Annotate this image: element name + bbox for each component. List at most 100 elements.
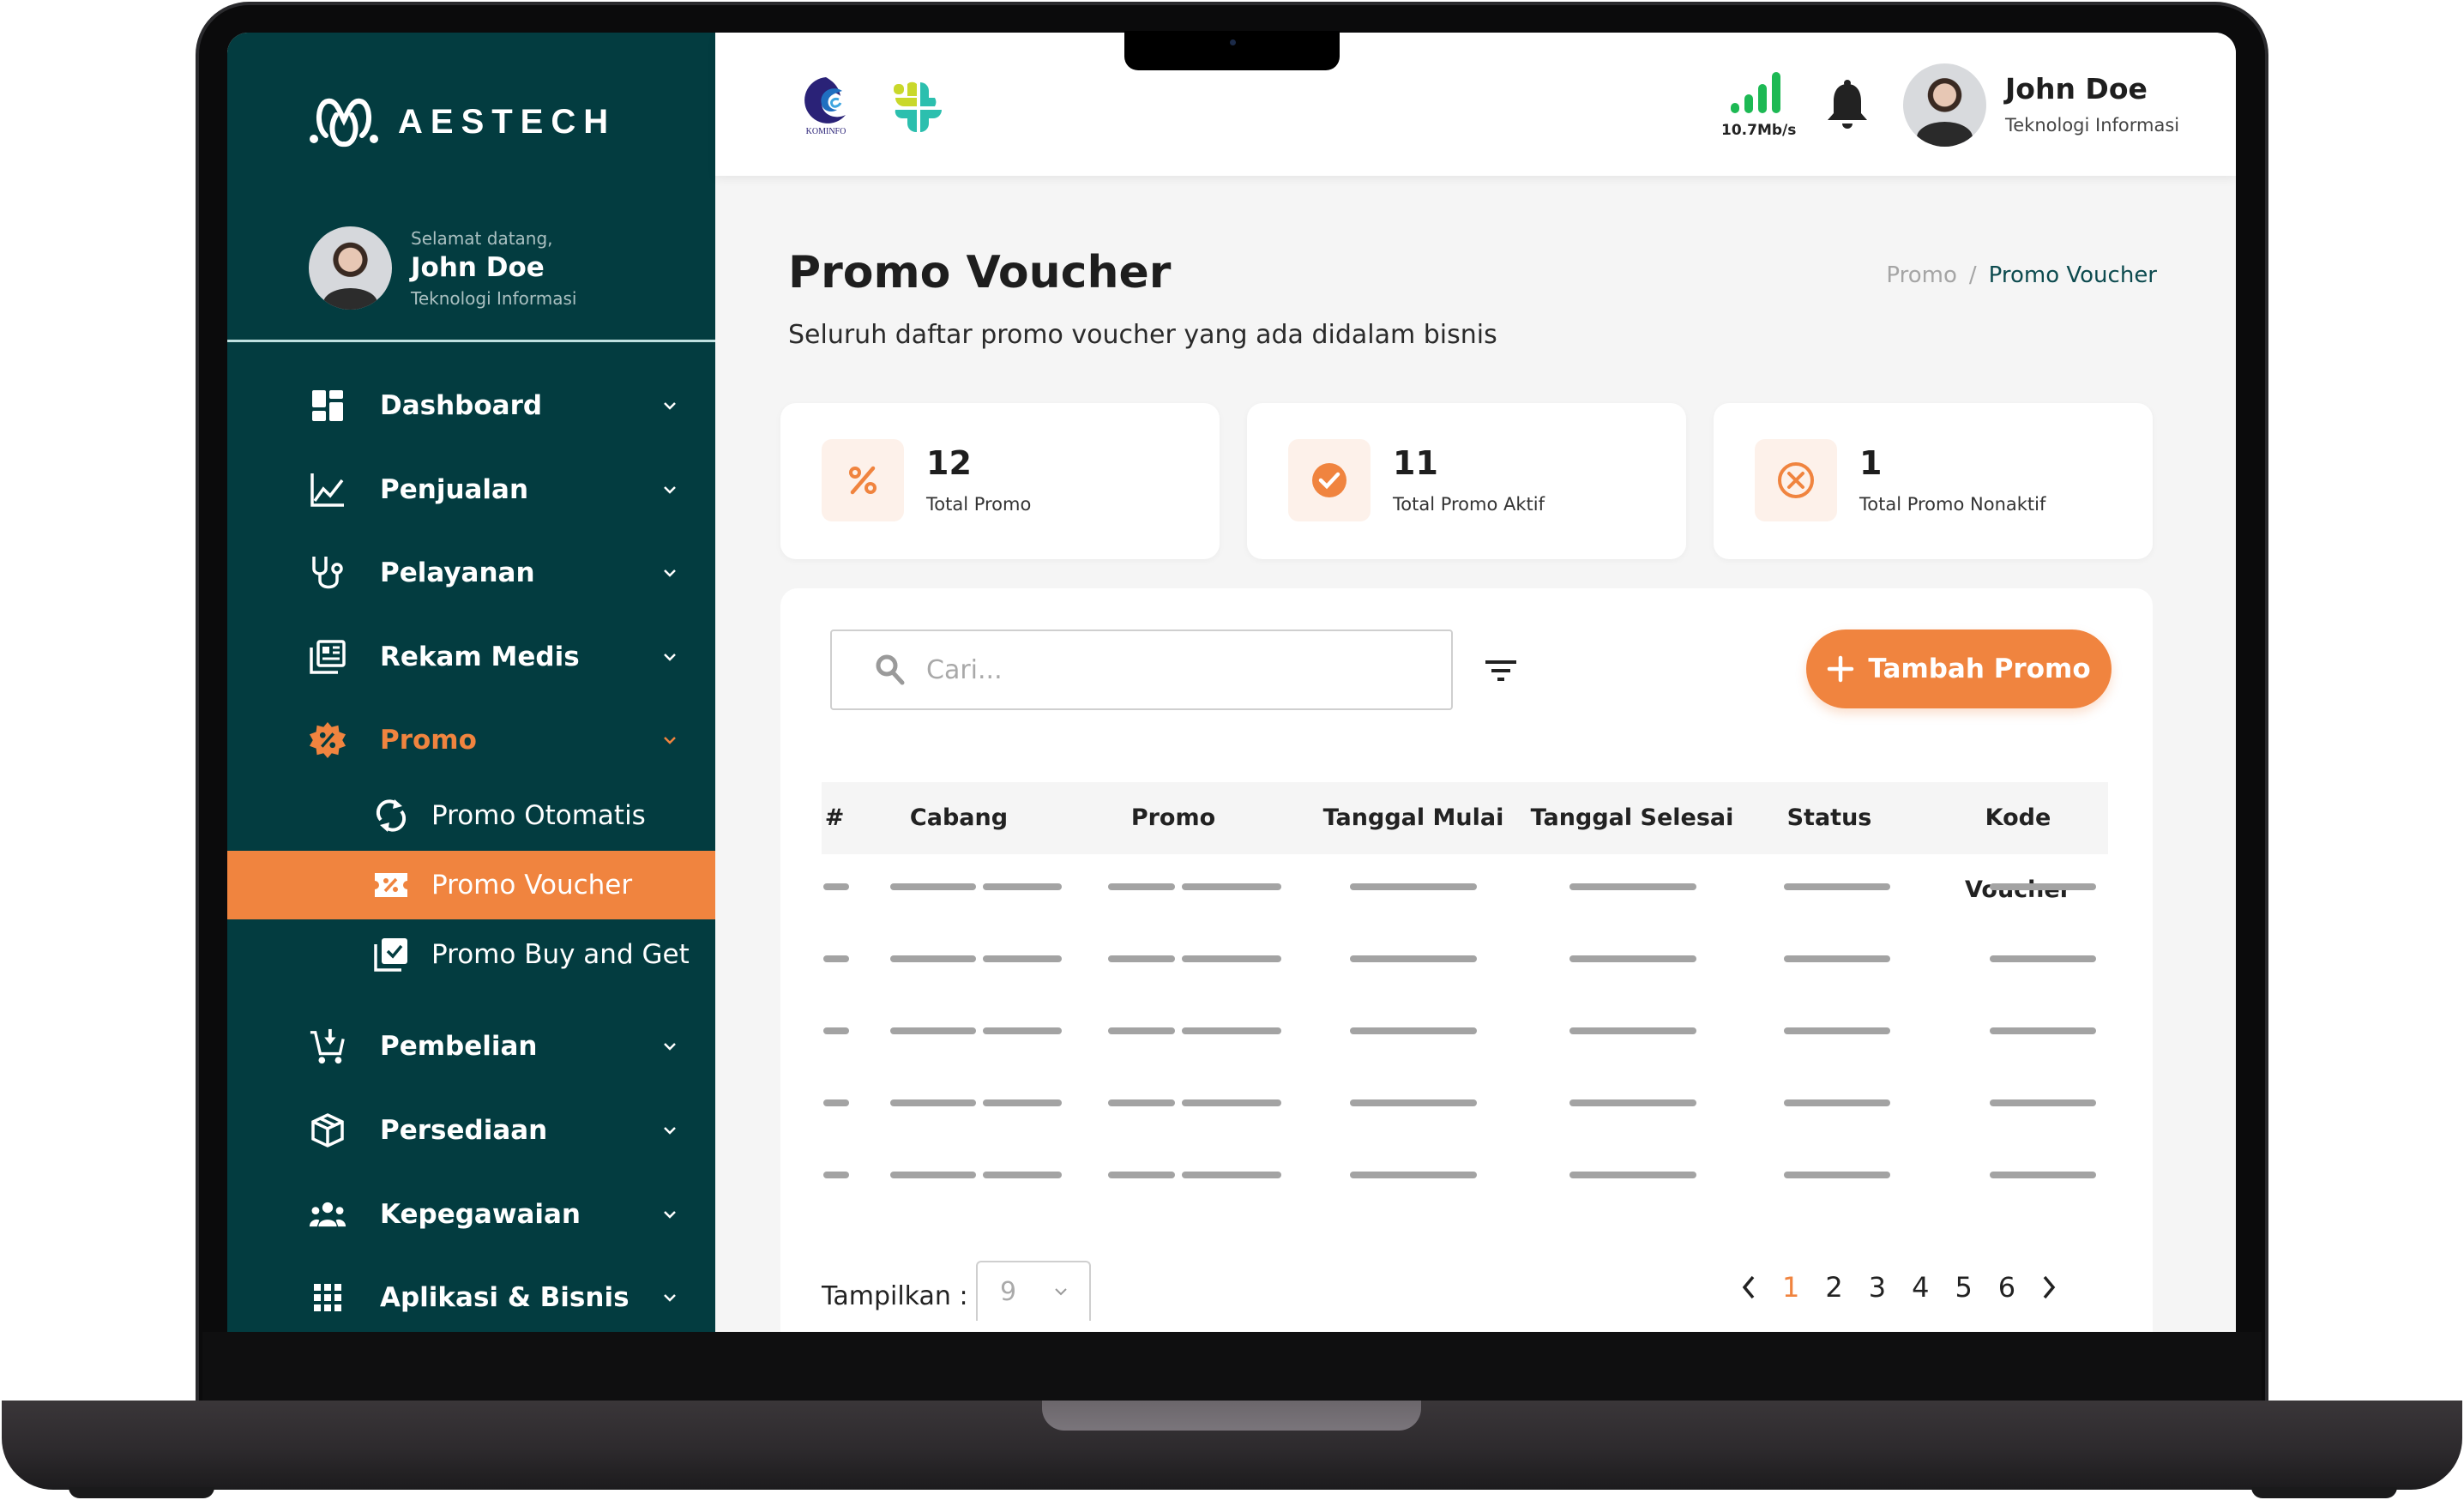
filter-icon[interactable] (1484, 655, 1518, 686)
notification-bell-icon[interactable] (1825, 79, 1870, 134)
sidebar-item-persediaan[interactable]: Persediaan (227, 1100, 715, 1160)
stat-label: Total Promo Aktif (1393, 494, 1545, 515)
laptop-chin (202, 1332, 2262, 1404)
page-subtitle: Seluruh daftar promo voucher yang ada di… (788, 320, 1497, 350)
breadcrumb-item-promo[interactable]: Promo (1886, 262, 1956, 288)
x-circle-icon (1778, 462, 1814, 498)
page-button[interactable]: 3 (1869, 1271, 1886, 1304)
sync-icon (371, 796, 411, 835)
skeleton-bar (1182, 1099, 1281, 1106)
page-size-value: 9 (1000, 1276, 1017, 1307)
skeleton-bar (1182, 1172, 1281, 1178)
stat-icon-box (822, 439, 904, 521)
sidebar-subitem-promo-voucher[interactable]: Promo Voucher (227, 851, 715, 919)
next-page-button[interactable] (2041, 1274, 2057, 1300)
sidebar-divider (227, 340, 715, 342)
chevron-down-icon (660, 480, 679, 499)
column-header-promo[interactable]: Promo (1079, 782, 1268, 854)
skeleton-bar (890, 883, 976, 890)
sidebar-item-label: Promo (380, 725, 477, 756)
skeleton-bar (1784, 1027, 1890, 1034)
skeleton-bar (1784, 883, 1890, 890)
sidebar-subitem-promo-buy-and-get[interactable]: Promo Buy and Get (227, 920, 715, 989)
pagination: 1 2 3 4 5 6 (1741, 1271, 2057, 1304)
column-header-index[interactable]: # (822, 782, 847, 854)
skeleton-bar (890, 1172, 976, 1178)
sidebar-item-promo[interactable]: Promo (227, 710, 715, 770)
chevron-down-icon (660, 1205, 679, 1224)
sidebar-item-dashboard[interactable]: Dashboard (227, 376, 715, 436)
health-clover-logo (892, 81, 945, 137)
skeleton-bar (1784, 1172, 1890, 1178)
column-header-kode-voucher[interactable]: Kode Voucher (1928, 782, 2108, 903)
app-screen: AESTECH Selamat datang, John Doe Teknolo… (227, 33, 2236, 1332)
breadcrumb-separator: / (1968, 262, 1977, 288)
skeleton-bar (1569, 955, 1696, 962)
page-size-label: Tampilkan : (822, 1281, 968, 1311)
column-header-tanggal-mulai[interactable]: Tanggal Mulai (1310, 782, 1516, 854)
stat-icon-box (1755, 439, 1837, 521)
table-header: # Cabang Promo Tanggal Mulai Tanggal Sel… (822, 782, 2108, 903)
page-button[interactable]: 5 (1955, 1271, 1972, 1304)
table-row-loading (822, 1099, 2108, 1117)
chevron-right-icon (2043, 1275, 2056, 1299)
search-field[interactable] (830, 630, 1453, 710)
laptop-hinge-groove (1042, 1401, 1421, 1431)
cart-download-icon (309, 1027, 346, 1065)
voucher-icon (371, 865, 411, 905)
column-header-status[interactable]: Status (1756, 782, 1902, 854)
skeleton-bar (1990, 955, 2096, 962)
sidebar-item-kepegawaian[interactable]: Kepegawaian (227, 1184, 715, 1244)
sidebar-subitem-label: Promo Otomatis (431, 800, 646, 831)
laptop-foot-right (2251, 1487, 2397, 1498)
skeleton-bar (983, 955, 1062, 962)
column-header-tanggal-selesai[interactable]: Tanggal Selesai (1525, 782, 1739, 854)
topbar: KOMINFO 10.7Mb/s John Doe Teknologi Info… (715, 33, 2236, 176)
page-size-select[interactable]: 9 (976, 1261, 1091, 1321)
prev-page-button[interactable] (1741, 1274, 1756, 1300)
column-header-cabang[interactable]: Cabang (873, 782, 1045, 854)
skeleton-bar (1182, 1027, 1281, 1034)
chevron-down-icon (660, 1121, 679, 1140)
skeleton-bar (1108, 1027, 1175, 1034)
sidebar: AESTECH Selamat datang, John Doe Teknolo… (227, 33, 715, 1332)
brand-logo[interactable]: AESTECH (309, 94, 616, 149)
skeleton-bar (823, 1172, 849, 1178)
sidebar-item-aplikasi-bisnis[interactable]: Aplikasi & Bisnis (227, 1268, 715, 1328)
stat-card-total-promo: 12 Total Promo (780, 403, 1220, 559)
skeleton-bar (1350, 1099, 1477, 1106)
add-promo-button[interactable]: Tambah Promo (1806, 630, 2112, 708)
laptop-foot-left (69, 1487, 214, 1498)
profile-role: Teknologi Informasi (411, 287, 577, 309)
skeleton-bar (1990, 1027, 2096, 1034)
user-avatar[interactable] (1903, 63, 1986, 147)
skeleton-bar (1108, 883, 1175, 890)
page-button[interactable]: 6 (1998, 1271, 2015, 1304)
user-name[interactable]: John Doe (2005, 72, 2148, 105)
skeleton-bar (823, 883, 849, 890)
users-icon (309, 1196, 346, 1233)
chevron-down-icon (660, 396, 679, 415)
percent-icon (849, 466, 877, 495)
skeleton-bar (1182, 883, 1281, 890)
sidebar-profile[interactable]: Selamat datang, John Doe Teknologi Infor… (309, 226, 576, 310)
search-input[interactable] (925, 654, 1405, 686)
sidebar-item-rekam-medis[interactable]: Rekam Medis (227, 627, 715, 687)
page-button[interactable]: 2 (1825, 1271, 1842, 1304)
chevron-down-icon (1055, 1288, 1067, 1296)
box-icon (309, 1111, 346, 1149)
skeleton-bar (1108, 955, 1175, 962)
sidebar-item-label: Rekam Medis (380, 642, 580, 672)
page-button[interactable]: 1 (1782, 1271, 1799, 1304)
sidebar-item-pembelian[interactable]: Pembelian (227, 1016, 715, 1076)
sidebar-item-pelayanan[interactable]: Pelayanan (227, 543, 715, 603)
page-button[interactable]: 4 (1912, 1271, 1929, 1304)
camera-notch (1124, 31, 1340, 70)
sidebar-item-label: Aplikasi & Bisnis (380, 1282, 630, 1313)
dashboard-icon (309, 387, 346, 425)
sidebar-subitem-promo-otomatis[interactable]: Promo Otomatis (227, 781, 715, 850)
table-row-loading (822, 883, 2108, 901)
sidebar-item-label: Penjualan (380, 474, 529, 505)
table-row-loading (822, 955, 2108, 973)
sidebar-item-penjualan[interactable]: Penjualan (227, 460, 715, 520)
